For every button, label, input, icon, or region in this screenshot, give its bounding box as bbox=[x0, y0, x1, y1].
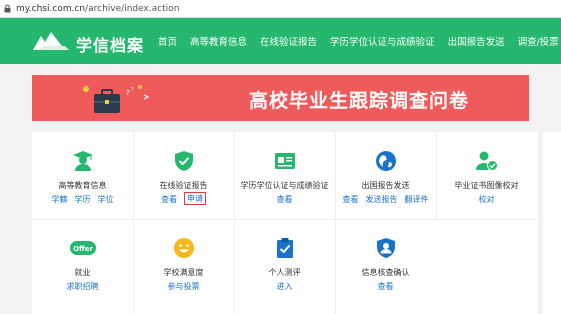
svg-text:?: ? bbox=[131, 87, 134, 93]
menu-item-survey-vote[interactable]: 调查/投票 bbox=[518, 34, 559, 48]
menu-item-overseas-report[interactable]: 出国报告发送 bbox=[448, 34, 505, 48]
tile-title: 信息核查确认 bbox=[361, 268, 410, 277]
offer-badge-text: Offer bbox=[73, 245, 93, 253]
tile-employment: Offer 就业 求职招聘 bbox=[32, 219, 133, 306]
top-nav: 学信档案 首页 高等教育信息 在线验证报告 学历学位认证与成绩验证 出国报告发送… bbox=[0, 18, 561, 64]
user-check-icon bbox=[476, 151, 498, 171]
tile-title: 毕业证书图像校对 bbox=[454, 181, 519, 190]
smile-icon bbox=[174, 238, 194, 258]
tile-higher-education: 高等教育信息 学籍 学历 学位 bbox=[32, 132, 133, 219]
survey-banner[interactable]: ? ? 高校毕业生跟踪调查问卷 bbox=[32, 75, 529, 121]
tile-title: 就业 bbox=[74, 268, 91, 277]
offer-icon: Offer bbox=[70, 241, 96, 255]
tile-online-report: 在线验证报告 查看 申请 bbox=[133, 132, 234, 219]
tile-title: 学历学位认证与成绩验证 bbox=[240, 181, 329, 190]
menu-item-home[interactable]: 首页 bbox=[158, 34, 177, 48]
tile-info-verification: 信息核查确认 查看 bbox=[335, 219, 436, 306]
menu-item-higher-education[interactable]: 高等教育信息 bbox=[190, 34, 247, 48]
tile-title: 学校满意度 bbox=[163, 268, 204, 277]
main-menu: 首页 高等教育信息 在线验证报告 学历学位认证与成绩验证 出国报告发送 调查/投… bbox=[158, 18, 561, 64]
svg-text:?: ? bbox=[126, 89, 130, 97]
tile-title: 出国报告发送 bbox=[361, 181, 410, 190]
link-enter[interactable]: 进入 bbox=[277, 281, 293, 292]
shield-check-icon bbox=[175, 151, 193, 171]
brand-name[interactable]: 学信档案 bbox=[76, 32, 144, 56]
link-view[interactable]: 查看 bbox=[343, 194, 359, 205]
address-bar[interactable]: my.chsi.com.cn/archive/index.action bbox=[0, 0, 561, 18]
tile-school-satisfaction: 学校满意度 参与投票 bbox=[133, 219, 234, 306]
link-apply[interactable]: 申请 bbox=[184, 192, 206, 205]
link-translation[interactable]: 翻译件 bbox=[405, 194, 429, 205]
lock-icon bbox=[3, 4, 12, 13]
link-send-report[interactable]: 发送报告 bbox=[366, 194, 398, 205]
banner-title: 高校毕业生跟踪调查问卷 bbox=[249, 90, 470, 112]
user-shield-icon bbox=[377, 238, 395, 258]
logo-icon bbox=[33, 32, 69, 50]
briefcase-icon: ? ? bbox=[83, 85, 150, 113]
checklist-icon bbox=[277, 238, 293, 258]
url-text: my.chsi.com.cn/archive/index.action bbox=[16, 4, 179, 14]
link-proofread[interactable]: 校对 bbox=[479, 194, 495, 205]
link-view[interactable]: 查看 bbox=[161, 194, 177, 205]
link-vote[interactable]: 参与投票 bbox=[168, 281, 200, 292]
link-job-search[interactable]: 求职招聘 bbox=[67, 281, 99, 292]
tile-title: 个人测评 bbox=[268, 268, 301, 277]
tile-degree-verification: 学历学位认证与成绩验证 查看 bbox=[234, 132, 335, 219]
service-grid: 高等教育信息 学籍 学历 学位 在线验证报告 查看 申请 学历学位认证与成绩验证… bbox=[32, 132, 538, 314]
globe-icon bbox=[376, 151, 396, 171]
tile-title: 在线验证报告 bbox=[159, 181, 208, 190]
graduate-icon bbox=[73, 151, 93, 171]
tile-title: 高等教育信息 bbox=[58, 181, 107, 190]
tile-overseas-report: 出国报告发送 查看 发送报告 翻译件 bbox=[335, 132, 436, 219]
url-host: my.chsi.com.cn bbox=[16, 3, 86, 14]
link-view[interactable]: 查看 bbox=[277, 194, 293, 205]
link-degree[interactable]: 学位 bbox=[98, 194, 114, 205]
menu-item-online-report[interactable]: 在线验证报告 bbox=[260, 34, 317, 48]
tile-certificate-check: 毕业证书图像校对 校对 bbox=[436, 132, 537, 219]
tile-personal-assessment: 个人测评 进入 bbox=[234, 219, 335, 306]
link-student-status[interactable]: 学籍 bbox=[52, 194, 68, 205]
side-panel-edge bbox=[543, 132, 561, 314]
url-path: /archive/index.action bbox=[85, 3, 180, 14]
link-education[interactable]: 学历 bbox=[75, 194, 91, 205]
id-card-icon bbox=[275, 153, 295, 169]
link-view[interactable]: 查看 bbox=[378, 281, 394, 292]
menu-item-degree-verification[interactable]: 学历学位认证与成绩验证 bbox=[330, 34, 435, 48]
